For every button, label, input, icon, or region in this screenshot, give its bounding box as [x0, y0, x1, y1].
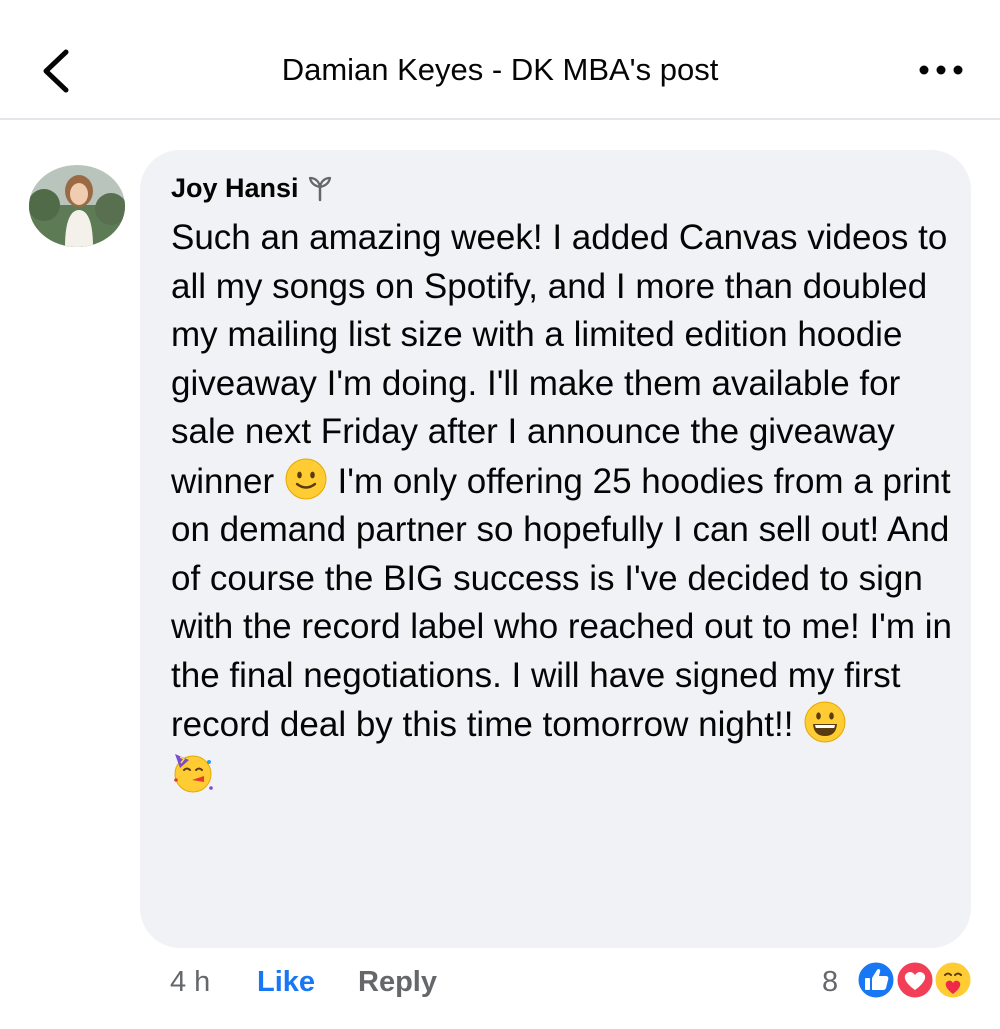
more-options-icon[interactable]: [916, 60, 966, 80]
love-reaction-icon: [894, 959, 936, 1001]
sprout-badge-icon: [308, 176, 331, 202]
grinning-emoji: [804, 701, 846, 743]
slightly-smiling-emoji: [285, 458, 327, 499]
like-button[interactable]: Like: [257, 966, 315, 999]
comment-author-row: Joy Hansi: [171, 170, 335, 206]
top-bar: Damian Keyes - DK MBA's post: [0, 0, 1000, 120]
reply-button[interactable]: Reply: [358, 966, 437, 999]
reactions-summary[interactable]: [852, 958, 977, 1002]
page-title: Damian Keyes - DK MBA's post: [281, 52, 719, 87]
comment-actions: 4 h Like Reply 8: [0, 958, 1000, 1008]
comment-timestamp: 4 h: [170, 966, 211, 998]
comment-author[interactable]: Joy Hansi: [171, 173, 299, 204]
comment-text: Such an amazing week! I added Canvas vid…: [171, 214, 961, 799]
like-reaction-icon: [855, 959, 897, 1001]
comment-bubble: Joy Hansi Such an amazing week! I added …: [140, 150, 971, 948]
avatar[interactable]: [29, 165, 125, 247]
care-reaction-icon: [932, 959, 974, 1001]
reaction-count[interactable]: 8: [822, 966, 838, 999]
partying-face-emoji: [174, 753, 213, 792]
